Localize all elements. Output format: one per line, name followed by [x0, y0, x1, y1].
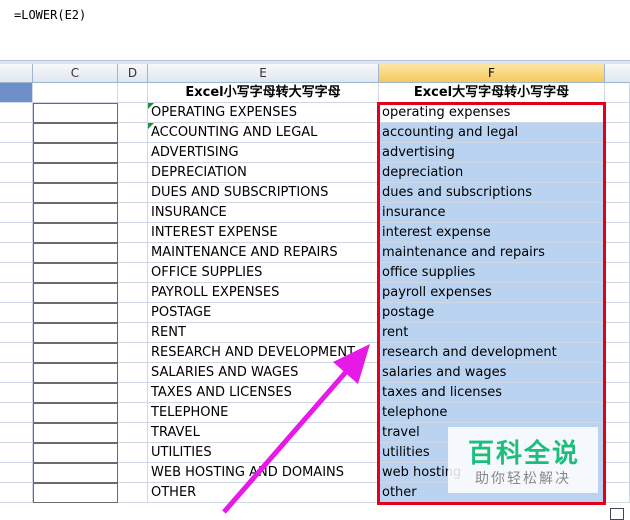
arrow-annotation [222, 344, 370, 514]
arrow-shaft [222, 363, 354, 514]
